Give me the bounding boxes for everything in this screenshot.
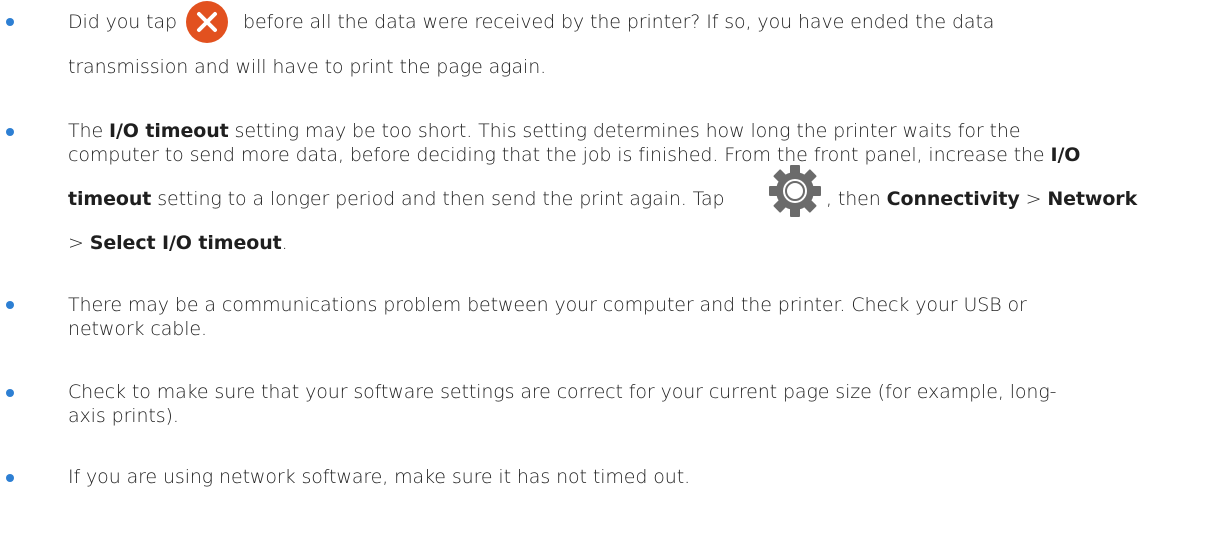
term-io: I/O — [1050, 144, 1081, 166]
bullet-dot — [6, 389, 14, 397]
text-line: If you are using network software, make … — [68, 466, 690, 488]
term-connectivity: Connectivity — [886, 188, 1020, 210]
text-line: computer to send more data, before decid… — [68, 144, 1080, 166]
text-line: , then Connectivity > Network — [826, 188, 1137, 210]
text-line: before all the data were received by the… — [243, 11, 994, 33]
text-line: > Select I/O timeout. — [68, 232, 288, 254]
text-line: The I/O timeout setting may be too short… — [68, 120, 1021, 142]
text-line: transmission and will have to print the … — [68, 56, 546, 78]
text-line: Check to make sure that your software se… — [68, 381, 1057, 403]
bullet-2-end: . — [281, 232, 288, 254]
bullet-dot — [6, 18, 14, 26]
bullet-2-sep: > — [1019, 188, 1048, 210]
bullet-3-text-line2: network cable. — [68, 318, 207, 340]
bullet-2-text-line3a: setting to a longer period and then send… — [151, 188, 725, 210]
troubleshooting-list: Did you tap before all the data were rec… — [0, 0, 1212, 548]
bullet-5-text-line1: If you are using network software, make … — [68, 466, 691, 488]
bullet-2-text-line3b: , then — [826, 188, 887, 210]
bullet-3-text-line1: There may be a communications problem be… — [68, 294, 1027, 316]
text-line: There may be a communications problem be… — [68, 294, 1027, 316]
text-line: Did you tap — [68, 11, 177, 33]
bullet-1-text-line2: transmission and will have to print the … — [68, 56, 547, 78]
gear-icon — [769, 165, 821, 217]
bullet-2-sep2: > — [68, 232, 90, 254]
bullet-2-text-line2: computer to send more data, before decid… — [68, 144, 1051, 166]
term-select-io-timeout: Select I/O timeout — [89, 232, 282, 254]
term-io-timeout: I/O timeout — [108, 120, 229, 142]
bullet-dot — [6, 128, 14, 136]
bullet-dot — [6, 474, 14, 482]
bullet-4-text-line1: Check to make sure that your software se… — [68, 381, 1057, 403]
text-line: timeout setting to a longer period and t… — [68, 188, 725, 210]
bullet-2-text-a: The — [68, 120, 109, 142]
bullet-1-text-post: before all the data were received by the… — [243, 11, 995, 33]
text-line: network cable. — [68, 318, 207, 340]
cancel-icon — [186, 1, 228, 43]
bullet-1-text-pre: Did you tap — [68, 11, 178, 33]
term-timeout: timeout — [68, 188, 152, 210]
bullet-dot — [6, 301, 14, 309]
text-line: axis prints). — [68, 405, 179, 427]
bullet-2-text-b: setting may be too short. This setting d… — [228, 120, 1021, 142]
term-network: Network — [1047, 188, 1138, 210]
bullet-4-text-line2: axis prints). — [68, 405, 179, 427]
